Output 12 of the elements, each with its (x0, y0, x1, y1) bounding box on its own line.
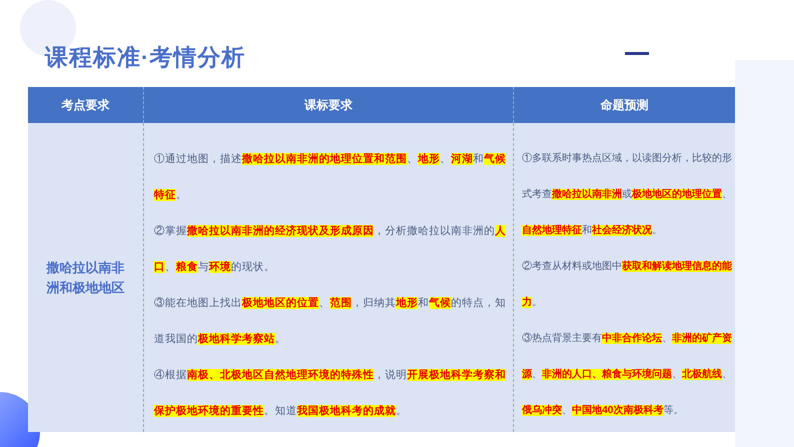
requirement-text: ③能在地图上找出极地地区的位置、范围，归纳其地形和气候的特点，知道我国的极地科学考察站。 (154, 296, 507, 347)
prediction-text: ②考查从材料或地图中获取和解读地理信息的能力。 (522, 260, 732, 310)
prediction-text: ①多联系时事热点区域，以读图分析，比较的形式考查撒哈拉以南非洲或极地地区的地理位置、自然地理特征和社会经济状况。 (522, 152, 732, 238)
slide-title: 课程标准·考情分析 (44, 43, 246, 72)
requirement-text: ①通过地图，描述撒哈拉以南非洲的地理位置和范围、地形、河湖和气候特征。 (154, 152, 507, 203)
column-header: 课标要求 (143, 87, 513, 123)
decorative-dash (625, 52, 649, 55)
topic-text: 撒哈拉以南非洲和极地地区 (46, 258, 126, 296)
column-header: 命题预测 (513, 87, 735, 123)
column-header: 考点要求 (60, 97, 110, 114)
requirement-text: ②掌握撒哈拉以南非洲的经济现状及形成原因，分析撒哈拉以南非洲的人口、粮食与环境的现状。 (154, 224, 507, 275)
requirement-text: ④根据南极、北极地区自然地理环境的特殊性，说明开展极地科学考察和保护极地环境的重要性。知道我国极地科考的成就。 (154, 368, 507, 419)
